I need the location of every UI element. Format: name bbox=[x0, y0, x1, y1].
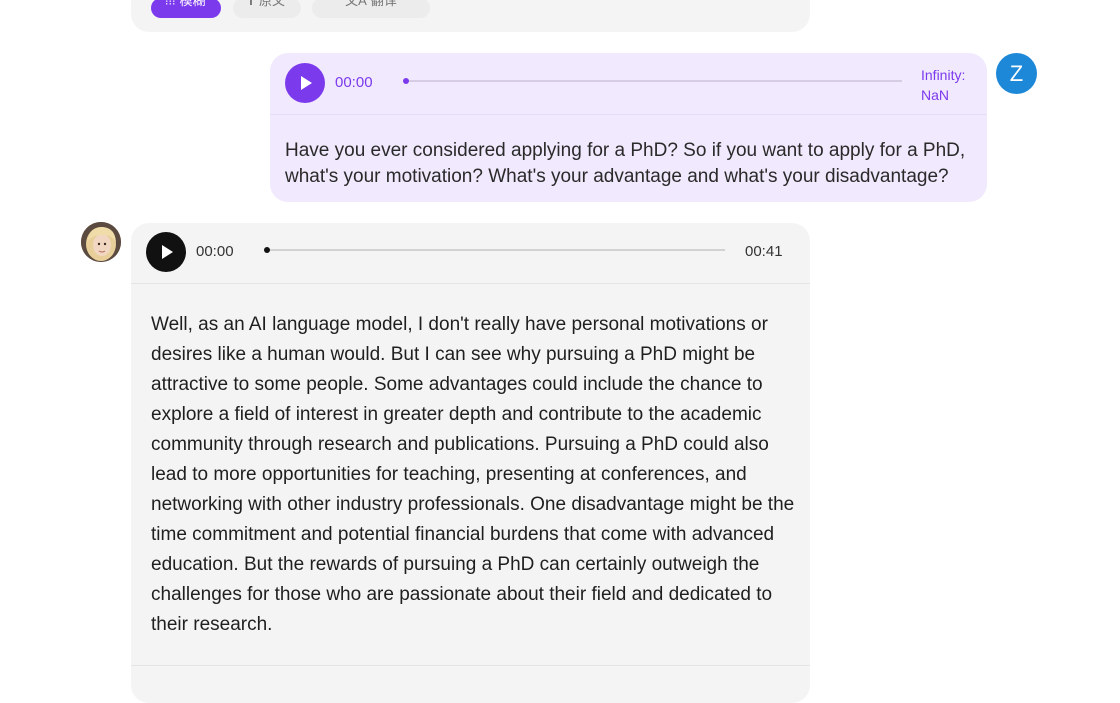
bot-message-text: Well, as an AI language model, I don't r… bbox=[151, 314, 795, 635]
text-icon: T bbox=[247, 0, 255, 8]
original-text-chip[interactable]: T 原文 bbox=[233, 0, 301, 18]
user-seek-bar[interactable] bbox=[403, 78, 902, 84]
play-icon bbox=[301, 76, 312, 90]
user-message-text: Have you ever considered applying for a … bbox=[285, 140, 966, 187]
bot-message-bubble: 00:00 00:41 Well, as an AI language mode… bbox=[131, 223, 810, 703]
user-duration: Infinity: NaN bbox=[921, 67, 966, 103]
bot-avatar bbox=[81, 222, 121, 262]
user-message-bubble: 00:00 Infinity: NaN Have you ever consid… bbox=[270, 53, 987, 202]
user-current-time: 00:00 bbox=[335, 74, 373, 91]
bot-duration: 00:41 bbox=[745, 243, 783, 260]
blur-mode-chip[interactable]: ⁝⁝⁝ 模糊 bbox=[151, 0, 221, 18]
translate-chip[interactable]: 文A 翻译 bbox=[312, 0, 430, 18]
bot-seek-knob[interactable] bbox=[264, 247, 270, 253]
bot-current-time: 00:00 bbox=[196, 243, 234, 260]
play-icon bbox=[162, 245, 173, 259]
user-avatar: Z bbox=[996, 53, 1037, 94]
user-seek-knob[interactable] bbox=[403, 78, 409, 84]
original-text-chip-label: 原文 bbox=[258, 0, 285, 8]
bot-audio-player: 00:00 00:41 bbox=[131, 223, 810, 284]
divider bbox=[131, 665, 810, 666]
user-play-button[interactable] bbox=[285, 63, 325, 103]
bot-play-button[interactable] bbox=[146, 232, 186, 272]
bot-seek-bar[interactable] bbox=[264, 247, 725, 253]
blur-mode-chip-label: 模糊 bbox=[179, 0, 206, 8]
translate-chip-label: 翻译 bbox=[370, 0, 397, 8]
bot-avatar-image bbox=[81, 222, 121, 262]
translate-icon: 文A bbox=[345, 0, 367, 8]
waveform-icon: ⁝⁝⁝ bbox=[165, 0, 176, 8]
user-audio-player: 00:00 Infinity: NaN bbox=[270, 53, 987, 115]
